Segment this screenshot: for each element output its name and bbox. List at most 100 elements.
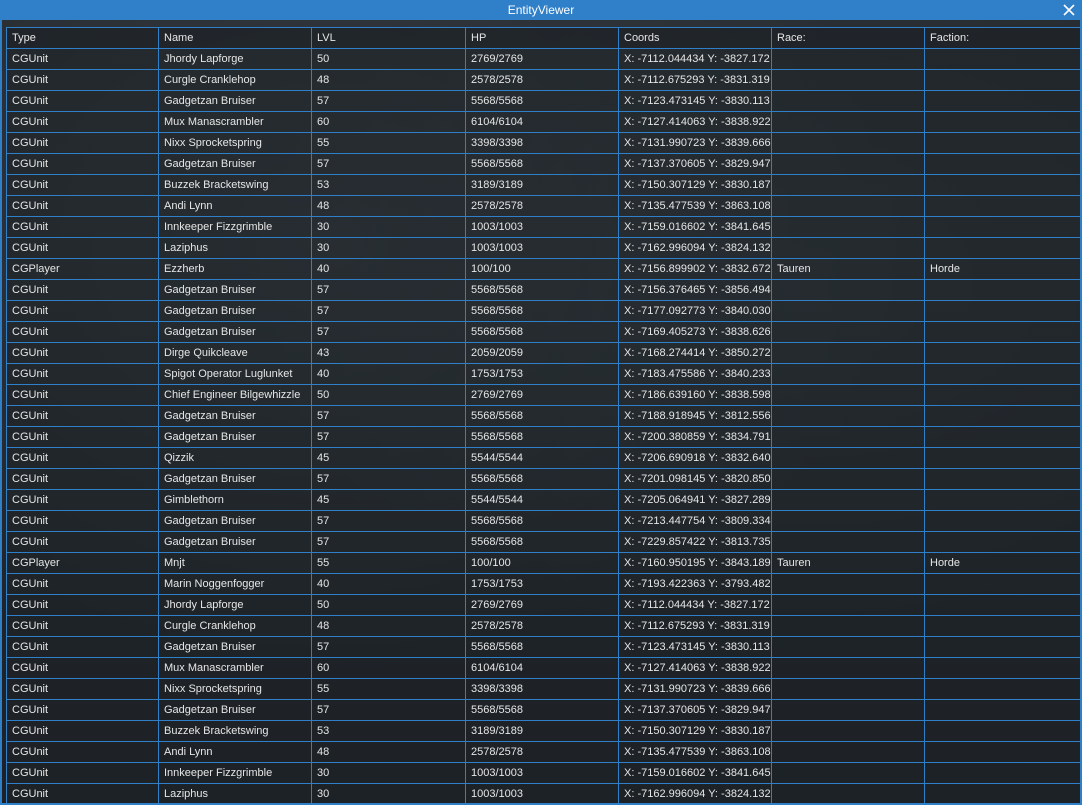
cell-race: [771, 111, 925, 133]
column-header-name[interactable]: Name: [158, 27, 312, 49]
table-row[interactable]: CGUnit Dirge Quikcleave 43 2059/2059 X: -716…: [6, 342, 1080, 364]
table-row[interactable]: CGUnit Gadgetzan Bruiser 57 5568/5568 X: -72…: [6, 426, 1080, 448]
table-header-row: Type Name LVL HP Coords Race: Faction:: [6, 27, 1080, 49]
cell-faction: [924, 510, 1080, 532]
table-row[interactable]: CGUnit Andi Lynn 48 2578/2578 X: -7135.47753…: [6, 741, 1080, 763]
cell-race: [771, 174, 925, 196]
cell-type: CGUnit: [6, 426, 159, 448]
cell-type: CGUnit: [6, 69, 159, 91]
table-row[interactable]: CGUnit Nixx Sprocketspring 55 3398/3398 X: -…: [6, 678, 1080, 700]
column-header-type[interactable]: Type: [6, 27, 159, 49]
cell-hp: 5568/5568: [465, 90, 619, 112]
table-row[interactable]: CGUnit Gadgetzan Bruiser 57 5568/5568 X: -71…: [6, 300, 1080, 322]
cell-coords: X: -7162.996094 Y: -3824.132: [618, 237, 772, 259]
table-row[interactable]: CGUnit Gadgetzan Bruiser 57 5568/5568 X: -72…: [6, 468, 1080, 490]
cell-race: [771, 636, 925, 658]
entity-grid-container[interactable]: Type Name LVL HP Coords Race: Faction: C…: [6, 27, 1080, 803]
cell-name: Curgle Cranklehop: [158, 69, 312, 91]
table-row[interactable]: CGUnit Buzzek Bracketswing 53 3189/3189 X: -…: [6, 174, 1080, 196]
table-row[interactable]: CGUnit Gadgetzan Bruiser 57 5568/5568 X: -71…: [6, 405, 1080, 427]
cell-name: Gadgetzan Bruiser: [158, 699, 312, 721]
cell-type: CGUnit: [6, 363, 159, 385]
cell-lvl: 57: [311, 636, 466, 658]
cell-coords: X: -7135.477539 Y: -3863.108: [618, 195, 772, 217]
cell-race: [771, 783, 925, 803]
cell-hp: 5568/5568: [465, 279, 619, 301]
cell-coords: X: -7169.405273 Y: -3838.626: [618, 321, 772, 343]
title-bar[interactable]: EntityViewer: [2, 0, 1080, 20]
cell-name: Laziphus: [158, 237, 312, 259]
table-row[interactable]: CGUnit Gadgetzan Bruiser 57 5568/5568 X: -71…: [6, 321, 1080, 343]
table-row[interactable]: CGUnit Gadgetzan Bruiser 57 5568/5568 X: -71…: [6, 90, 1080, 112]
cell-name: Andi Lynn: [158, 741, 312, 763]
column-header-coords[interactable]: Coords: [618, 27, 772, 49]
cell-name: Jhordy Lapforge: [158, 48, 312, 70]
cell-name: Mux Manascrambler: [158, 111, 312, 133]
cell-lvl: 57: [311, 510, 466, 532]
cell-type: CGUnit: [6, 636, 159, 658]
column-header-race[interactable]: Race:: [771, 27, 925, 49]
cell-race: [771, 447, 925, 469]
cell-hp: 5568/5568: [465, 468, 619, 490]
table-row[interactable]: CGUnit Gadgetzan Bruiser 57 5568/5568 X: -71…: [6, 699, 1080, 721]
cell-faction: [924, 573, 1080, 595]
column-header-hp[interactable]: HP: [465, 27, 619, 49]
table-row[interactable]: CGUnit Gadgetzan Bruiser 57 5568/5568 X: -71…: [6, 636, 1080, 658]
table-row[interactable]: CGUnit Qizzik 45 5544/5544 X: -7206.690918 Y…: [6, 447, 1080, 469]
table-row[interactable]: CGPlayer Mnjt 55 100/100 X: -7160.950195 Y: …: [6, 552, 1080, 574]
table-row[interactable]: CGUnit Mux Manascrambler 60 6104/6104 X: -71…: [6, 657, 1080, 679]
table-row[interactable]: CGUnit Curgle Cranklehop 48 2578/2578 X: -71…: [6, 615, 1080, 637]
cell-lvl: 57: [311, 405, 466, 427]
cell-name: Chief Engineer Bilgewhizzle: [158, 384, 312, 406]
cell-name: Andi Lynn: [158, 195, 312, 217]
table-row[interactable]: CGUnit Jhordy Lapforge 50 2769/2769 X: -7112…: [6, 594, 1080, 616]
table-row[interactable]: CGUnit Gadgetzan Bruiser 57 5568/5568 X: -72…: [6, 531, 1080, 553]
cell-race: [771, 657, 925, 679]
cell-hp: 100/100: [465, 552, 619, 574]
cell-faction: [924, 174, 1080, 196]
table-row[interactable]: CGUnit Gimblethorn 45 5544/5544 X: -7205.064…: [6, 489, 1080, 511]
table-row[interactable]: CGUnit Mux Manascrambler 60 6104/6104 X: -71…: [6, 111, 1080, 133]
close-icon: [1061, 1, 1077, 19]
table-row[interactable]: CGUnit Gadgetzan Bruiser 57 5568/5568 X: -71…: [6, 279, 1080, 301]
cell-faction: Horde: [924, 552, 1080, 574]
cell-type: CGUnit: [6, 405, 159, 427]
cell-name: Mux Manascrambler: [158, 657, 312, 679]
cell-type: CGUnit: [6, 321, 159, 343]
cell-lvl: 48: [311, 69, 466, 91]
table-row[interactable]: CGUnit Spigot Operator Luglunket 40 1753/17…: [6, 363, 1080, 385]
table-row[interactable]: CGUnit Jhordy Lapforge 50 2769/2769 X: -7112…: [6, 48, 1080, 70]
table-row[interactable]: CGUnit Gadgetzan Bruiser 57 5568/5568 X: -72…: [6, 510, 1080, 532]
entity-viewer-window: EntityViewer Type Name LVL HP Coords Rac…: [0, 0, 1082, 805]
table-row[interactable]: CGUnit Nixx Sprocketspring 55 3398/3398 X: -…: [6, 132, 1080, 154]
table-row[interactable]: CGUnit Laziphus 30 1003/1003 X: -7162.996094…: [6, 783, 1080, 803]
cell-coords: X: -7137.370605 Y: -3829.947: [618, 699, 772, 721]
cell-name: Buzzek Bracketswing: [158, 174, 312, 196]
table-row[interactable]: CGPlayer Ezzherb 40 100/100 X: -7156.899902 …: [6, 258, 1080, 280]
table-row[interactable]: CGUnit Marin Noggenfogger 40 1753/1753 X: -7…: [6, 573, 1080, 595]
table-row[interactable]: CGUnit Laziphus 30 1003/1003 X: -7162.996094…: [6, 237, 1080, 259]
cell-coords: X: -7168.274414 Y: -3850.272: [618, 342, 772, 364]
cell-hp: 5568/5568: [465, 405, 619, 427]
table-row[interactable]: CGUnit Chief Engineer Bilgewhizzle 50 2769/…: [6, 384, 1080, 406]
table-row[interactable]: CGUnit Innkeeper Fizzgrimble 30 1003/1003 X:…: [6, 216, 1080, 238]
cell-name: Gadgetzan Bruiser: [158, 279, 312, 301]
close-button[interactable]: [1061, 1, 1077, 19]
column-header-lvl[interactable]: LVL: [311, 27, 466, 49]
table-row[interactable]: CGUnit Gadgetzan Bruiser 57 5568/5568 X: -71…: [6, 153, 1080, 175]
table-row[interactable]: CGUnit Curgle Cranklehop 48 2578/2578 X: -71…: [6, 69, 1080, 91]
cell-name: Curgle Cranklehop: [158, 615, 312, 637]
column-header-faction[interactable]: Faction:: [924, 27, 1080, 49]
cell-hp: 3189/3189: [465, 720, 619, 742]
cell-type: CGUnit: [6, 741, 159, 763]
cell-name: Gadgetzan Bruiser: [158, 636, 312, 658]
table-row[interactable]: CGUnit Innkeeper Fizzgrimble 30 1003/1003 X:…: [6, 762, 1080, 784]
cell-lvl: 48: [311, 195, 466, 217]
cell-race: [771, 699, 925, 721]
cell-race: [771, 531, 925, 553]
table-row[interactable]: CGUnit Buzzek Bracketswing 53 3189/3189 X: -…: [6, 720, 1080, 742]
cell-hp: 5568/5568: [465, 531, 619, 553]
cell-name: Gadgetzan Bruiser: [158, 153, 312, 175]
table-row[interactable]: CGUnit Andi Lynn 48 2578/2578 X: -7135.47753…: [6, 195, 1080, 217]
cell-race: [771, 405, 925, 427]
